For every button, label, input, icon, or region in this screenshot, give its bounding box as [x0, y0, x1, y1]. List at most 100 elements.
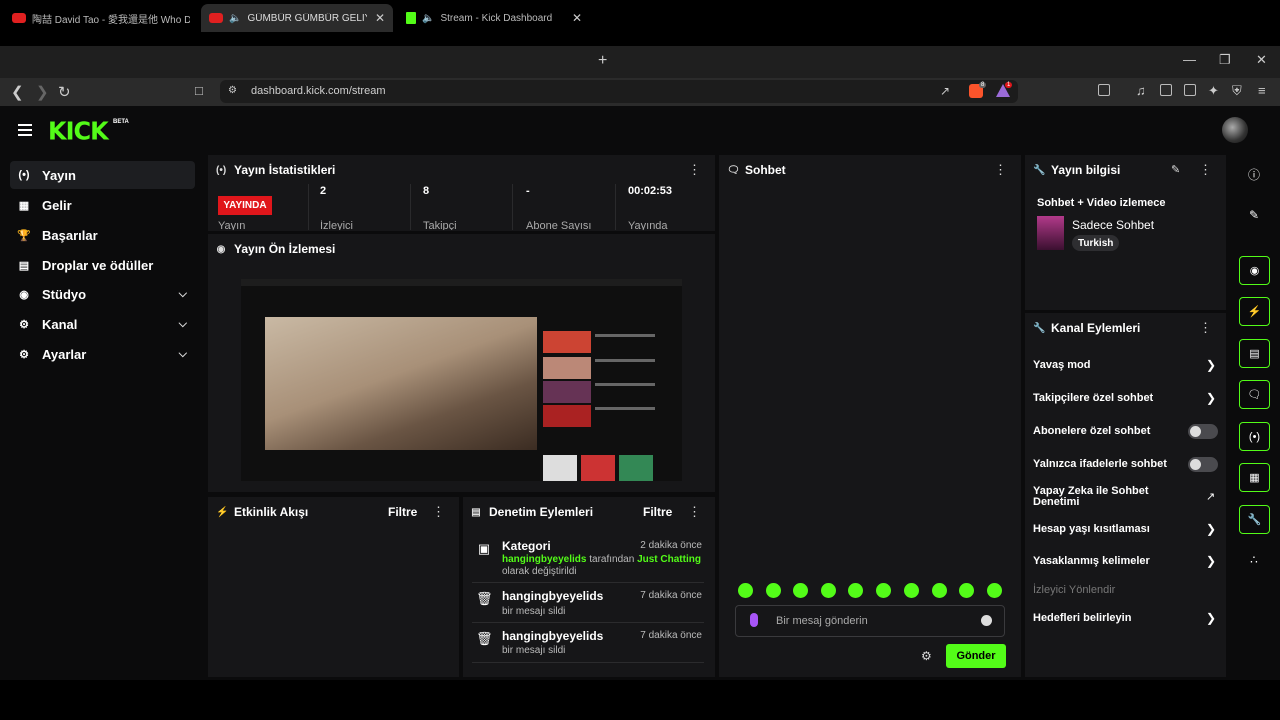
browser-tab-1[interactable]: 陶喆 David Tao - 愛我還是他 Who Do — [4, 4, 198, 32]
emote-icon[interactable] — [738, 583, 753, 598]
moderation-filter-button[interactable]: Filtre — [643, 505, 672, 519]
restore-icon[interactable]: ❐ — [1219, 52, 1231, 68]
share-icon[interactable]: ↗ — [940, 84, 950, 98]
emote-icon[interactable] — [904, 583, 919, 598]
forward-icon[interactable]: ❯ — [36, 83, 49, 101]
new-tab-icon[interactable]: + — [598, 52, 607, 70]
sidebar-item-ayarlar[interactable]: ⚙ Ayarlar ⌵ — [10, 340, 195, 368]
set-goals-item[interactable]: Hedefleri belirleyin — [1033, 613, 1183, 624]
chevron-right-icon[interactable]: ❯ — [1206, 522, 1216, 536]
browser-tab-3[interactable]: 🔈 Stream - Kick Dashboard ✕ — [398, 4, 590, 32]
wallet-icon[interactable] — [1184, 84, 1196, 96]
mod-item-text: olarak değiştirildi — [502, 566, 577, 577]
right-rail — [1229, 153, 1280, 680]
send-button[interactable]: Gönder — [946, 644, 1006, 668]
preview-browser-bar — [241, 279, 682, 286]
avatar[interactable] — [1222, 117, 1248, 143]
emote-icon[interactable] — [848, 583, 863, 598]
activity-filter-button[interactable]: Filtre — [388, 505, 417, 519]
sidebar-item-basarilar[interactable]: 🏆 Başarılar — [10, 221, 195, 249]
sidebar-item-studyo[interactable]: ◉ Stüdyo ⌵ — [10, 280, 195, 308]
kebab-menu-icon[interactable]: ⋮ — [1199, 320, 1212, 336]
pencil-icon[interactable]: ✎ — [1246, 208, 1262, 222]
ai-moderation-item[interactable]: Yapay Zeka ile Sohbet Denetimi — [1033, 486, 1173, 508]
menu-icon[interactable]: ≡ — [1258, 83, 1266, 98]
preview-thumb — [543, 357, 591, 379]
chevron-right-icon[interactable]: ❯ — [1206, 391, 1216, 405]
channel-icon: ⚙ — [19, 318, 29, 331]
sidebar-item-gelir[interactable]: ▦ Gelir — [10, 191, 195, 219]
divider — [472, 582, 704, 583]
chevron-right-icon[interactable]: ❯ — [1206, 358, 1216, 372]
divider — [512, 184, 513, 230]
back-icon[interactable]: ❮ — [11, 83, 24, 101]
speaker-icon: 🔈 — [422, 12, 435, 24]
chat-toggle-icon[interactable]: 🗨 — [1239, 380, 1270, 409]
bookmark-icon[interactable]: □ — [195, 83, 203, 98]
tools-toggle-icon[interactable]: 🔧 — [1239, 505, 1270, 534]
mod-category-link[interactable]: Just Chatting — [637, 554, 701, 565]
sidebar-item-kanal[interactable]: ⚙ Kanal ⌵ — [10, 310, 195, 338]
browser-tab-2[interactable]: 🔈 GÜMBÜR GÜMBÜR GELİYORU ✕ — [201, 4, 393, 32]
vpn-icon[interactable]: ⛨ — [1232, 83, 1242, 99]
followers-only-item[interactable]: Takipçilere özel sohbet — [1033, 393, 1183, 404]
activity-toggle-icon[interactable]: ⚡ — [1239, 297, 1270, 326]
emoji-picker-icon[interactable] — [981, 615, 992, 626]
minimize-icon[interactable]: — — [1183, 52, 1196, 67]
info-icon[interactable]: ⓘ — [1246, 166, 1262, 183]
emote-icon[interactable] — [932, 583, 947, 598]
external-link-icon[interactable]: ↗ — [1206, 490, 1215, 503]
account-age-item[interactable]: Hesap yaşı kısıtlaması — [1033, 524, 1183, 535]
preview-toggle-icon[interactable]: ◉ — [1239, 256, 1270, 285]
kebab-menu-icon[interactable]: ⋮ — [994, 162, 1007, 178]
window-close-icon[interactable]: ✕ — [1256, 52, 1267, 68]
chevron-right-icon[interactable]: ❯ — [1206, 554, 1216, 568]
kebab-menu-icon[interactable]: ⋮ — [1199, 162, 1212, 178]
url-text[interactable]: dashboard.kick.com/stream — [251, 85, 386, 97]
sidebar-toggle-icon[interactable] — [1160, 84, 1172, 96]
slow-mode-item[interactable]: Yavaş mod — [1033, 360, 1183, 371]
emote-icon[interactable] — [987, 583, 1002, 598]
leo-icon[interactable]: ✦ — [1208, 83, 1219, 99]
subscribers-only-toggle[interactable] — [1188, 424, 1218, 439]
emote-icon[interactable] — [821, 583, 836, 598]
chat-settings-icon[interactable]: ⚙ — [921, 649, 932, 663]
kebab-menu-icon[interactable]: ⋮ — [688, 162, 701, 178]
trash-icon: 🗑 — [476, 631, 493, 646]
chat-header: 🗨 Sohbet — [719, 155, 1021, 185]
sidebar-item-droplar[interactable]: ▤ Droplar ve ödüller — [10, 251, 195, 279]
kebab-menu-icon[interactable]: ⋮ — [688, 504, 701, 520]
moderation-panel: ▤ Denetim Eylemleri Filtre ⋮ — [463, 497, 715, 677]
layout-toggle-icon[interactable]: ▦ — [1239, 463, 1270, 492]
emote-icon[interactable] — [766, 583, 781, 598]
stream-preview[interactable] — [241, 279, 682, 481]
tab-title: Stream - Kick Dashboard — [440, 12, 553, 24]
chevron-right-icon[interactable]: ❯ — [1206, 611, 1216, 625]
hamburger-icon[interactable] — [18, 124, 32, 139]
stream-info-header: 🔧 Yayın bilgisi — [1025, 155, 1226, 185]
microphone-icon[interactable] — [750, 613, 758, 627]
emotes-only-toggle[interactable] — [1188, 457, 1218, 472]
preview-thumb — [543, 405, 591, 427]
kebab-menu-icon[interactable]: ⋮ — [432, 504, 445, 520]
emote-icon[interactable] — [959, 583, 974, 598]
mod-user-link[interactable]: hangingbyeyelids — [502, 554, 586, 565]
music-icon[interactable]: ♫ — [1136, 83, 1146, 98]
widgets-icon[interactable]: ∴ — [1246, 553, 1262, 567]
close-tab-icon[interactable]: ✕ — [572, 11, 582, 25]
pencil-icon[interactable]: ✎ — [1171, 163, 1180, 176]
banned-words-item[interactable]: Yasaklanmış kelimeler — [1033, 556, 1183, 567]
mod-item-title: hangingbyeyelids — [502, 589, 604, 603]
site-info-icon[interactable]: ⚙ — [228, 85, 237, 96]
close-tab-icon[interactable]: ✕ — [375, 11, 385, 25]
stats-toggle-icon[interactable]: (•) — [1239, 422, 1270, 451]
reload-icon[interactable]: ↻ — [58, 83, 71, 101]
emote-icon[interactable] — [793, 583, 808, 598]
kick-logo[interactable]: KICK — [48, 116, 109, 145]
sidebar-item-yayin[interactable]: (•) Yayın — [10, 161, 195, 189]
tab-search-icon[interactable] — [1098, 84, 1110, 96]
moderation-header: ▤ Denetim Eylemleri — [463, 497, 715, 527]
stats-header: (•) Yayın İstatistikleri — [208, 155, 715, 185]
emote-icon[interactable] — [876, 583, 891, 598]
moderation-toggle-icon[interactable]: ▤ — [1239, 339, 1270, 368]
